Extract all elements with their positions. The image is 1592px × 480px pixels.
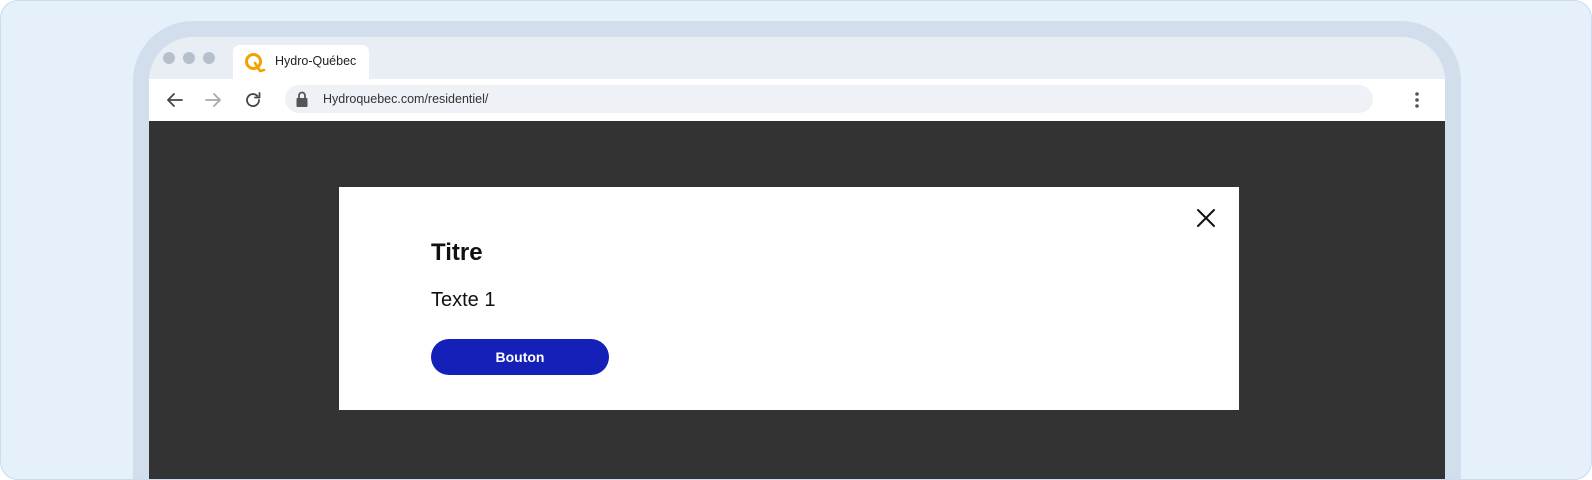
page-overlay[interactable]: Titre Texte 1 Bouton: [149, 121, 1445, 479]
modal-dialog: Titre Texte 1 Bouton: [339, 187, 1239, 410]
modal-title: Titre: [431, 239, 483, 266]
tab-active[interactable]: Hydro-Québec: [233, 45, 369, 79]
tab-strip: Hydro-Québec: [149, 37, 1445, 79]
background-canvas: Hydro-Québec Hydroquebec.com/residentiel…: [0, 0, 1592, 480]
arrow-left-icon[interactable]: [163, 88, 187, 112]
primary-button[interactable]: Bouton: [431, 339, 609, 375]
browser-toolbar: Hydroquebec.com/residentiel/: [149, 79, 1445, 121]
hydro-quebec-logo-icon: [243, 51, 267, 75]
arrow-right-icon[interactable]: [201, 88, 225, 112]
close-icon[interactable]: [1193, 205, 1219, 231]
browser-window: Hydro-Québec Hydroquebec.com/residentiel…: [149, 37, 1445, 479]
kebab-menu-icon[interactable]: [1407, 88, 1427, 112]
modal-body-text: Texte 1: [431, 289, 496, 311]
tab-title: Hydro-Québec: [275, 54, 357, 68]
window-dot-close[interactable]: [163, 52, 175, 64]
lock-icon: [293, 90, 311, 108]
window-dot-minimize[interactable]: [183, 52, 195, 64]
window-dot-maximize[interactable]: [203, 52, 215, 64]
reload-icon[interactable]: [241, 88, 265, 112]
address-bar[interactable]: Hydroquebec.com/residentiel/: [285, 85, 1373, 113]
url-text: Hydroquebec.com/residentiel/: [323, 92, 489, 106]
